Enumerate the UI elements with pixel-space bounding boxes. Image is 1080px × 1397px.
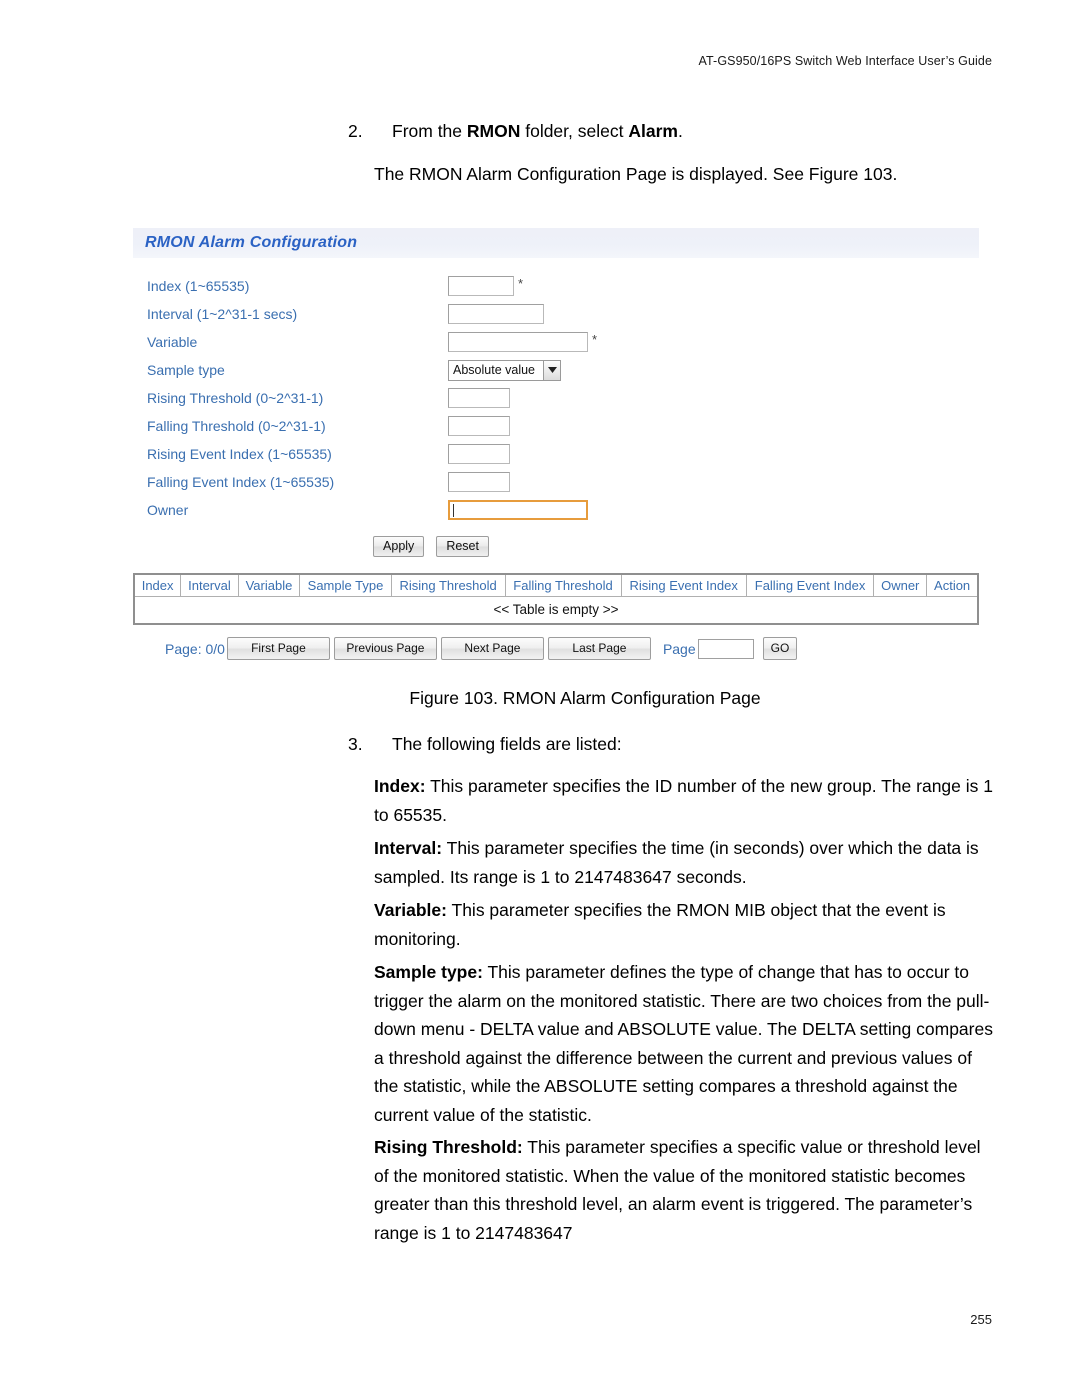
form-row-falling-threshold: Falling Threshold (0~2^31-1): [133, 412, 979, 440]
label-index: Index (1~65535): [147, 278, 250, 294]
step-2-text: From the RMON folder, select Alarm.: [392, 118, 1008, 144]
form-row-owner: Owner: [133, 496, 979, 524]
table-header-row: Index Interval Variable Sample Type Risi…: [133, 573, 979, 597]
label-sample-type: Sample type: [147, 362, 225, 378]
field-index-wrap: *: [448, 276, 523, 296]
running-head: AT-GS950/16PS Switch Web Interface User’…: [698, 54, 992, 68]
description-variable: Variable: This parameter specifies the R…: [374, 896, 974, 953]
form-row-falling-event-index: Falling Event Index (1~65535): [133, 468, 979, 496]
page-status: Page: 0/0: [165, 640, 225, 657]
form-row-rising-event-index: Rising Event Index (1~65535): [133, 440, 979, 468]
falling-threshold-input[interactable]: [448, 416, 510, 436]
form-row-variable: Variable *: [133, 328, 979, 356]
form-row-sample-type: Sample type Absolute value: [133, 356, 979, 384]
field-rising-event-index-wrap: [448, 444, 510, 464]
field-rising-threshold-wrap: [448, 388, 510, 408]
step-2-text-before: From the: [392, 121, 467, 141]
description-index-text: This parameter specifies the ID number o…: [374, 776, 993, 825]
alarm-config-form: Index (1~65535) * Interval (1~2^31-1 sec…: [133, 258, 979, 557]
step-2: 2. From the RMON folder, select Alarm.: [348, 118, 1008, 144]
step-2-text-middle: folder, select: [520, 121, 629, 141]
last-page-button[interactable]: Last Page: [547, 637, 651, 660]
col-falling-threshold[interactable]: Falling Threshold: [504, 573, 622, 597]
field-variable-wrap: *: [448, 332, 597, 352]
alarm-results-table: Index Interval Variable Sample Type Risi…: [133, 573, 979, 625]
form-row-interval: Interval (1~2^31-1 secs): [133, 300, 979, 328]
label-rising-event-index: Rising Event Index (1~65535): [147, 446, 332, 462]
field-falling-event-index-wrap: [448, 472, 510, 492]
step-2-text-after: .: [677, 121, 683, 141]
col-index[interactable]: Index: [133, 573, 182, 597]
panel-titlebar: RMON Alarm Configuration: [133, 228, 979, 258]
form-row-index: Index (1~65535) *: [133, 272, 979, 300]
pagination-bar: Page: 0/0 First Page Previous Page Next …: [133, 637, 979, 660]
index-required-star: *: [518, 276, 524, 291]
next-page-button[interactable]: Next Page: [440, 637, 544, 660]
col-variable[interactable]: Variable: [237, 573, 301, 597]
col-falling-event-index[interactable]: Falling Event Index: [745, 573, 875, 597]
rising-threshold-input[interactable]: [448, 388, 510, 408]
label-interval: Interval (1~2^31-1 secs): [147, 306, 298, 322]
label-owner: Owner: [147, 502, 189, 518]
description-index-term: Index:: [374, 776, 426, 796]
label-rising-threshold: Rising Threshold (0~2^31-1): [147, 390, 324, 406]
index-input[interactable]: [448, 276, 514, 296]
falling-event-index-input[interactable]: [448, 472, 510, 492]
step-3-text: The following fields are listed:: [392, 734, 622, 754]
field-owner-wrap: [448, 500, 588, 520]
table-empty-message: << Table is empty >>: [133, 596, 979, 625]
step-2-bold-alarm: Alarm: [628, 121, 678, 141]
previous-page-button[interactable]: Previous Page: [333, 637, 437, 660]
description-index: Index: This parameter specifies the ID n…: [374, 772, 994, 829]
col-sample-type[interactable]: Sample Type: [299, 573, 392, 597]
interval-input[interactable]: [448, 304, 544, 324]
page-number: 255: [970, 1312, 992, 1327]
form-action-buttons: Apply Reset: [133, 536, 979, 557]
panel-title: RMON Alarm Configuration: [145, 234, 358, 251]
rising-event-index-input[interactable]: [448, 444, 510, 464]
apply-button[interactable]: Apply: [373, 536, 425, 557]
description-sample-type: Sample type: This parameter defines the …: [374, 958, 994, 1129]
step-3: 3. The following fields are listed:: [348, 731, 1008, 757]
field-interval-wrap: [448, 304, 544, 324]
variable-input[interactable]: [448, 332, 588, 352]
step-2-number: 2.: [348, 121, 363, 141]
description-sample-type-term: Sample type:: [374, 962, 483, 982]
sample-type-select[interactable]: Absolute value: [448, 359, 561, 381]
owner-input[interactable]: [448, 500, 588, 520]
chevron-down-icon[interactable]: [543, 360, 560, 380]
description-interval: Interval: This parameter specifies the t…: [374, 834, 994, 891]
sample-type-selected-value: Absolute value: [453, 363, 536, 377]
page-jump-input[interactable]: [697, 638, 754, 659]
field-falling-threshold-wrap: [448, 416, 510, 436]
field-sample-type-wrap: Absolute value: [448, 359, 561, 381]
description-rising-threshold: Rising Threshold: This parameter specifi…: [374, 1133, 999, 1247]
table-empty-row: << Table is empty >>: [133, 596, 979, 625]
form-row-rising-threshold: Rising Threshold (0~2^31-1): [133, 384, 979, 412]
step-2-note: The RMON Alarm Configuration Page is dis…: [374, 164, 898, 184]
go-button[interactable]: GO: [762, 637, 798, 660]
col-rising-threshold[interactable]: Rising Threshold: [390, 573, 506, 597]
description-variable-term: Variable:: [374, 900, 447, 920]
first-page-button[interactable]: First Page: [226, 637, 330, 660]
label-falling-threshold: Falling Threshold (0~2^31-1): [147, 418, 326, 434]
step-2-bold-rmon: RMON: [466, 121, 521, 141]
col-interval[interactable]: Interval: [180, 573, 239, 597]
step-3-number: 3.: [348, 734, 363, 754]
variable-required-star: *: [592, 332, 598, 347]
description-rising-threshold-term: Rising Threshold:: [374, 1137, 523, 1157]
col-rising-event-index[interactable]: Rising Event Index: [620, 573, 747, 597]
description-sample-type-text: This parameter defines the type of chang…: [374, 962, 993, 1125]
label-falling-event-index: Falling Event Index (1~65535): [147, 474, 335, 490]
rmon-alarm-configuration-panel: RMON Alarm Configuration Index (1~65535)…: [133, 228, 979, 660]
description-interval-term: Interval:: [374, 838, 443, 858]
col-action[interactable]: Action: [926, 573, 979, 597]
description-variable-text: This parameter specifies the RMON MIB ob…: [374, 900, 946, 949]
reset-button[interactable]: Reset: [436, 536, 489, 557]
figure-caption: Figure 103. RMON Alarm Configuration Pag…: [409, 688, 761, 708]
col-owner[interactable]: Owner: [873, 573, 928, 597]
page-jump-label: Page: [662, 640, 696, 657]
label-variable: Variable: [147, 334, 198, 350]
description-interval-text: This parameter specifies the time (in se…: [374, 838, 979, 887]
